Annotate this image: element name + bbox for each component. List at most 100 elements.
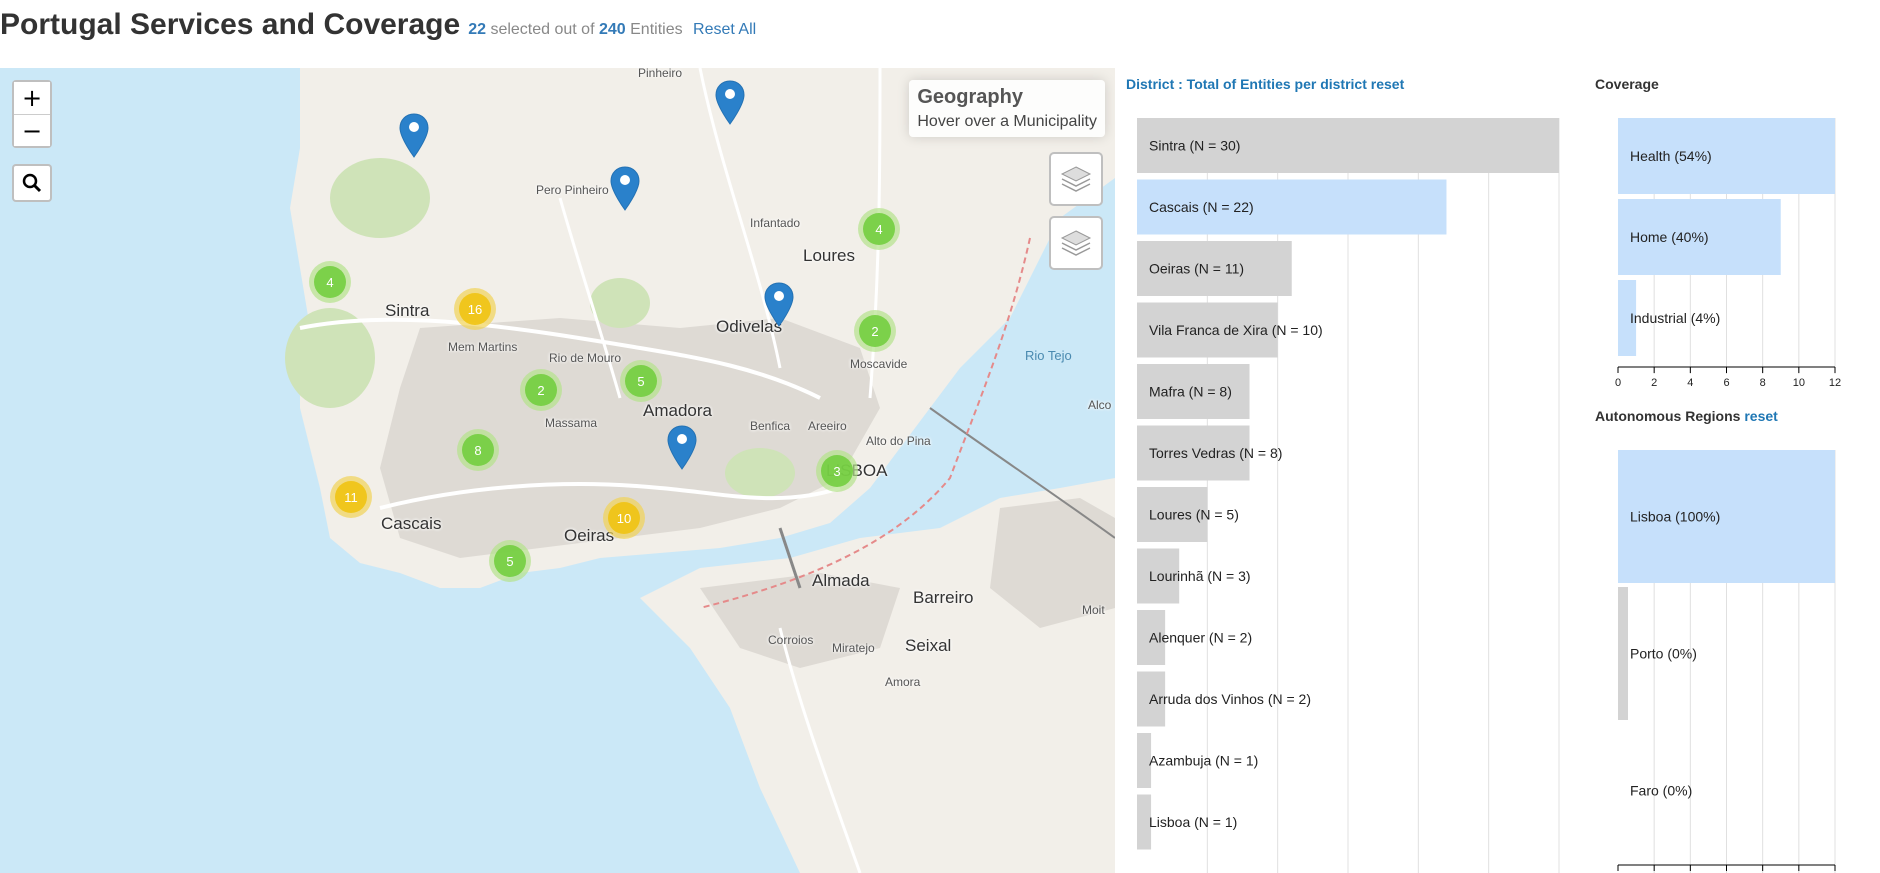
bar-label: Alenquer (N = 2) [1149,630,1252,646]
map-cluster[interactable]: 4 [858,208,900,250]
zoom-out-button[interactable]: − [14,114,50,146]
place-mem-martins: Mem Martins [448,340,518,354]
map-cluster[interactable]: 16 [454,288,496,330]
place-barreiro: Barreiro [913,588,974,607]
place-amora: Amora [885,675,921,689]
total-count: 240 [598,21,626,38]
entities-text: Entities [630,21,683,38]
map-cluster[interactable]: 5 [620,360,662,402]
x-axis [1617,864,1836,871]
x-axis: 0 2 4 6 8 10 12 [1615,366,1841,389]
cluster-count: 2 [859,315,891,347]
cluster-count: 2 [525,374,557,406]
place-alto-do-pina: Alto do Pina [866,434,931,448]
layers-icon [1060,230,1092,256]
place-benfica: Benfica [750,419,791,433]
place-seixal: Seixal [905,636,952,655]
cluster-count: 8 [462,434,494,466]
x-tick-label: 0 [1615,377,1621,389]
place-massama: Massama [545,416,598,430]
regions-row-chart[interactable]: Lisboa (100%) Porto (0%) Faro (0%) [1617,450,1836,873]
zoom-control: + − [12,80,52,148]
x-tick-label: 8 [1760,377,1766,389]
regions-reset-link[interactable]: reset [1744,408,1777,424]
bar-label: Health (54%) [1630,148,1712,164]
coverage-chart-title: Coverage [1595,76,1659,92]
map-search-button[interactable] [12,164,52,202]
regions-chart-title: Autonomous Regions reset [1595,408,1778,424]
map-marker-pin-icon[interactable] [667,425,697,470]
coverage-row-chart[interactable]: Health (54%) Home (40%) Industrial (4%) 0 2 4… [1615,118,1841,390]
cluster-count: 10 [608,502,640,534]
info-hint: Hover over a Municipality [917,113,1097,130]
bar-label: Loures (N = 5) [1149,507,1239,523]
place-sintra: Sintra [385,301,430,320]
page-header: Portugal Services and Coverage 22 select… [0,8,756,48]
cluster-count: 11 [335,481,367,513]
layers-control-button[interactable] [1049,216,1103,270]
bar-label: Cascais (N = 22) [1149,199,1254,215]
bar-label: Industrial (4%) [1630,310,1720,326]
place-rio-de-mouro: Rio de Mouro [549,351,622,365]
zoom-in-button[interactable]: + [14,82,50,114]
place-loures: Loures [803,246,855,265]
cluster-count: 4 [863,213,895,245]
place-pinheiro: Pinheiro [638,68,683,80]
district-reset-link[interactable]: reset [1371,76,1404,92]
map-marker-pin-icon[interactable] [399,113,429,158]
map-panel[interactable]: Sintra Loures Odivelas Amadora LISBOA Ca… [0,68,1115,873]
bar-label: Sintra (N = 30) [1149,138,1240,154]
map-marker-pin-icon[interactable] [764,282,794,327]
place-corroios: Corroios [768,633,814,647]
place-infantado: Infantado [750,216,801,230]
bar-label: Lisboa (N = 1) [1149,814,1237,830]
cluster-count: 4 [314,266,346,298]
place-pero-pinheiro: Pero Pinheiro [536,183,609,197]
bar-label: Vila Franca de Xira (N = 10) [1149,322,1323,338]
map-cluster[interactable]: 2 [854,310,896,352]
map-cluster[interactable]: 3 [816,450,858,492]
bar-label: Oeiras (N = 11) [1149,261,1244,277]
park-monsanto [725,448,795,498]
map-cluster[interactable]: 11 [330,476,372,518]
layers-control-button[interactable] [1049,152,1103,206]
bar-label: Azambuja (N = 1) [1149,753,1258,769]
bar-label: Lourinhã (N = 3) [1149,568,1251,584]
chart-bar[interactable] [1618,587,1628,720]
bar-label: Faro (0%) [1630,783,1692,799]
map-cluster[interactable]: 8 [457,429,499,471]
map-marker-pin-icon[interactable] [715,80,745,125]
bar-label: Arruda dos Vinhos (N = 2) [1149,691,1311,707]
map-cluster[interactable]: 2 [520,369,562,411]
page-title: Portugal Services and Coverage [0,8,461,41]
park-sintra [330,158,430,238]
info-title: Geography [917,86,1023,108]
district-chart-title: District : Total of Entities per distric… [1126,76,1404,92]
x-tick-label: 4 [1687,377,1693,389]
reset-all-link[interactable]: Reset All [693,21,756,38]
bar-label: Lisboa (100%) [1630,509,1720,525]
map-cluster[interactable]: 4 [309,261,351,303]
district-chart-title-text: District : Total of Entities per distric… [1126,76,1367,92]
search-icon [22,173,42,193]
selection-count: 22 selected out of 240 Entities Reset Al… [468,21,756,39]
place-amadora: Amadora [643,401,712,420]
map-cluster[interactable]: 5 [489,540,531,582]
geography-info-box: Geography Hover over a Municipality [909,80,1105,137]
bar-label: Torres Vedras (N = 8) [1149,445,1282,461]
map-cluster[interactable]: 10 [603,497,645,539]
x-tick-label: 6 [1723,377,1729,389]
district-row-chart[interactable]: Sintra (N = 30) Cascais (N = 22) Oeiras (N… [1137,118,1561,873]
place-rio-tejo: Rio Tejo [1025,348,1072,363]
place-almada: Almada [812,571,870,590]
map-marker-pin-icon[interactable] [610,166,640,211]
x-tick-label: 2 [1651,377,1657,389]
regions-chart-title-text: Autonomous Regions [1595,408,1741,424]
bar-label: Home (40%) [1630,229,1709,245]
bar-label: Mafra (N = 8) [1149,384,1232,400]
selected-text: selected out of [490,21,595,38]
place-miratejo: Miratejo [832,641,875,655]
x-tick-label: 12 [1829,377,1841,389]
place-cascais: Cascais [381,514,442,533]
cluster-count: 16 [459,293,491,325]
